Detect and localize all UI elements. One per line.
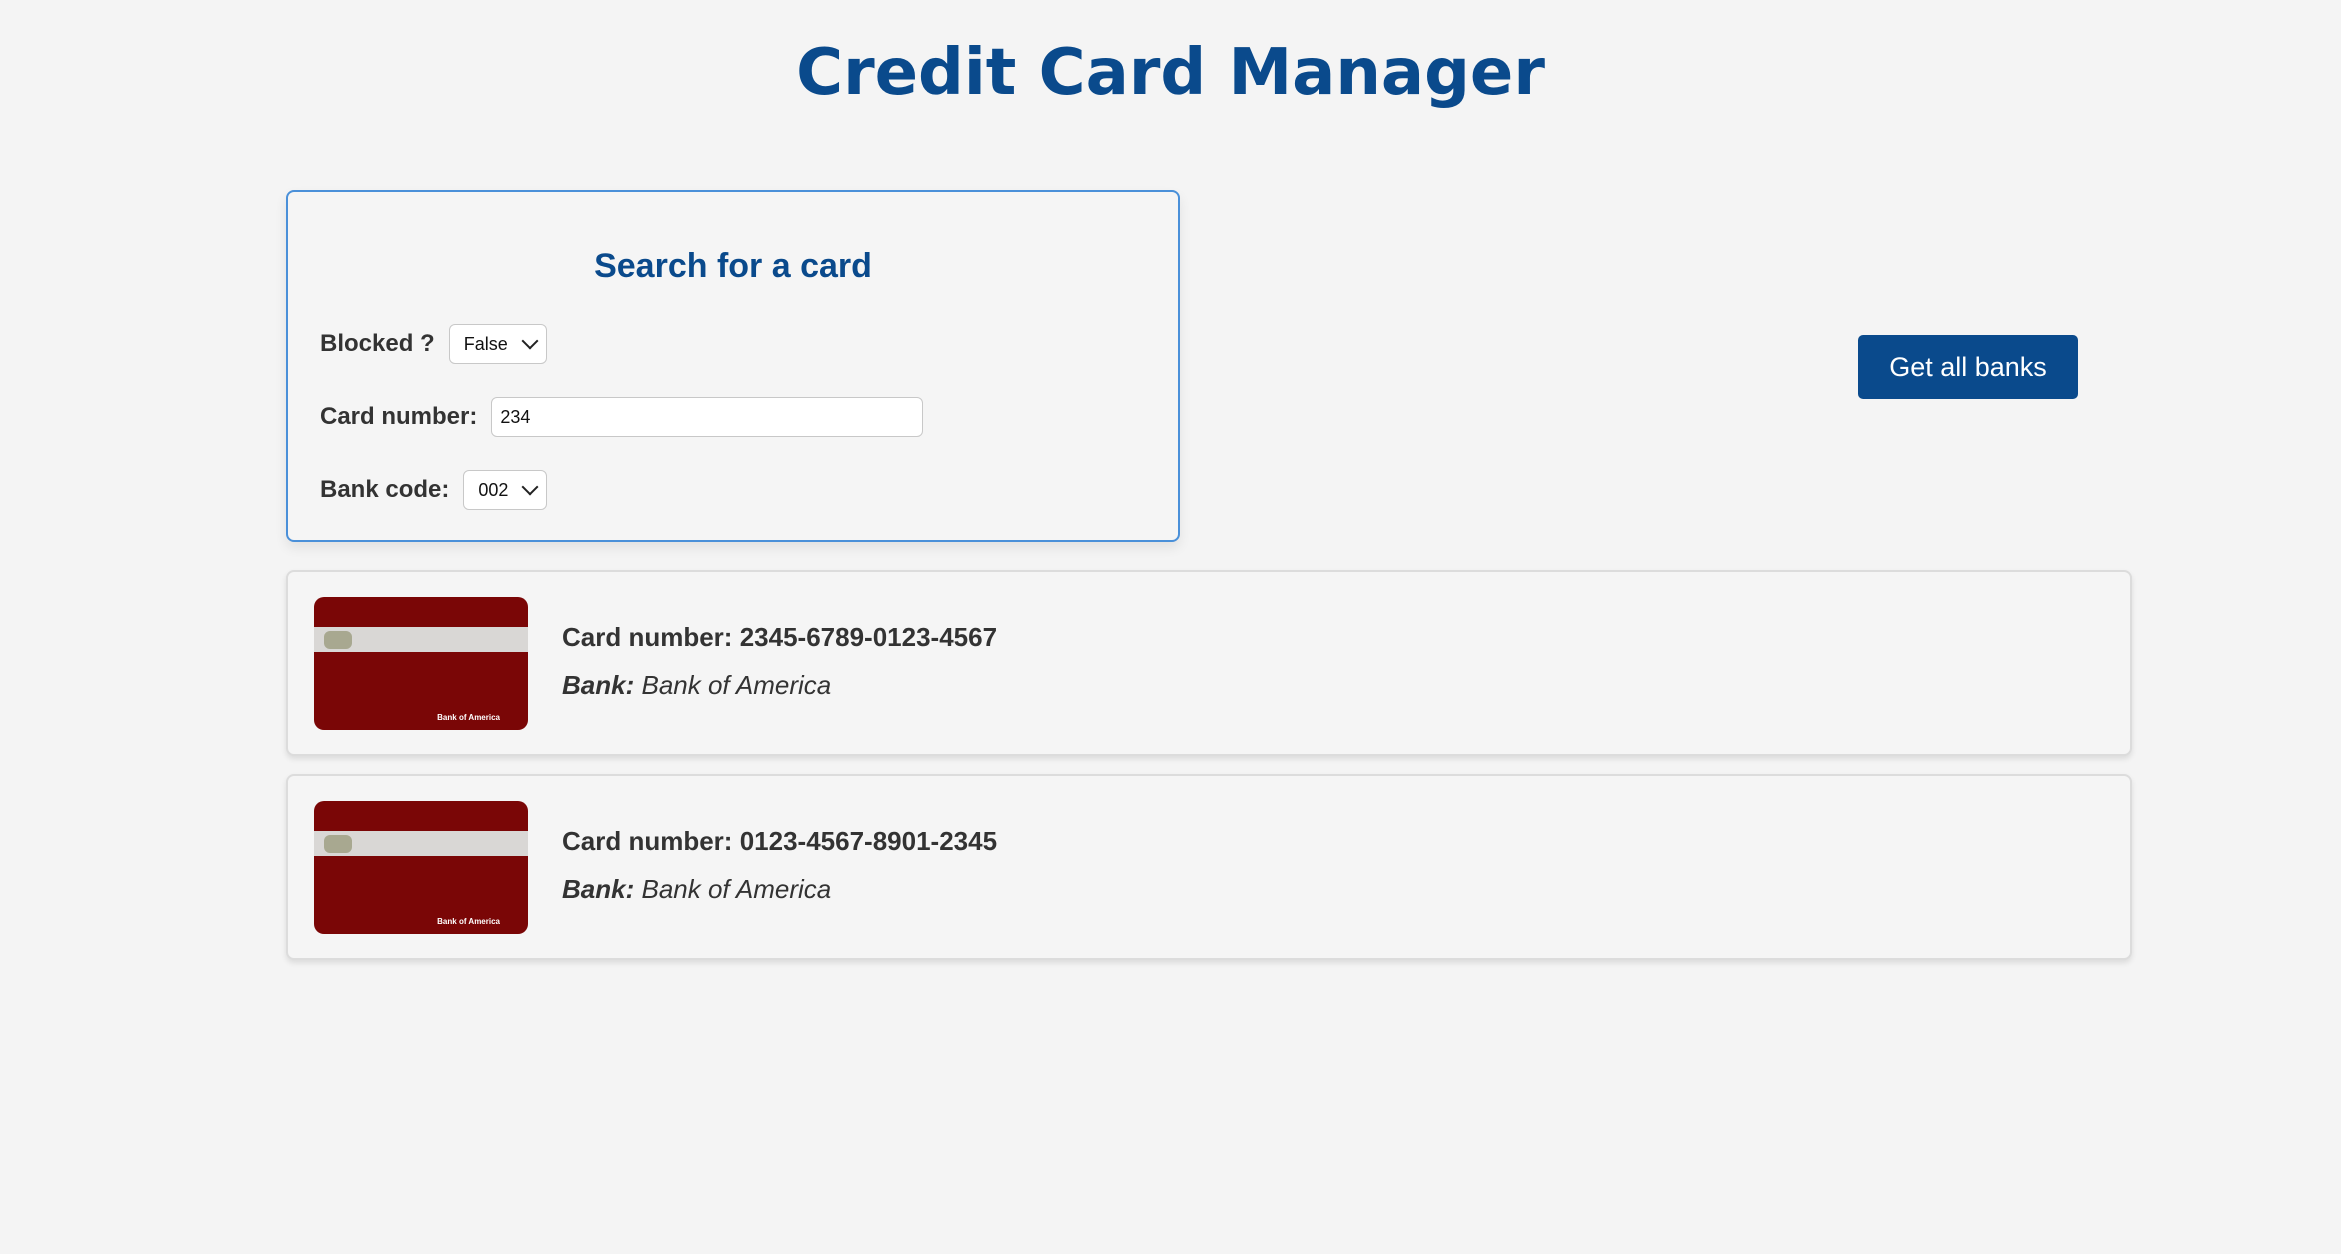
- blocked-label: Blocked ?: [320, 330, 435, 357]
- card-number-field-row: Card number:: [320, 397, 924, 437]
- card-bank-text: Bank: Bank of America: [562, 874, 831, 905]
- search-panel: Search for a card Blocked ? False Card n…: [286, 190, 1180, 542]
- card-image-bank-name: Bank of America: [437, 713, 500, 722]
- card-number-value: 0123-4567-8901-2345: [739, 826, 998, 856]
- card-number-text: Card number: 2345-6789-0123-4567: [562, 622, 997, 653]
- card-number-value: 2345-6789-0123-4567: [739, 622, 998, 652]
- card-number-label: Card number:: [562, 826, 733, 856]
- page-title: Credit Card Manager: [796, 36, 1545, 110]
- blocked-select-value: False: [463, 333, 508, 354]
- card-bank-text: Bank: Bank of America: [562, 670, 831, 701]
- blocked-field-row: Blocked ? False: [320, 324, 547, 364]
- card-number-text: Card number: 0123-4567-8901-2345: [562, 826, 997, 857]
- card-list-item[interactable]: Bank of America Card number: 2345-6789-0…: [286, 570, 2132, 756]
- card-list-item[interactable]: Bank of America Card number: 0123-4567-8…: [286, 774, 2132, 960]
- card-bank-value: Bank of America: [641, 874, 832, 904]
- card-chip-icon: [324, 631, 352, 649]
- card-number-input[interactable]: [491, 397, 924, 437]
- card-bank-value: Bank of America: [641, 670, 832, 700]
- card-image-bank-name: Bank of America: [437, 917, 500, 926]
- chevron-down-icon: [521, 478, 539, 496]
- card-chip-icon: [324, 835, 352, 853]
- bank-code-select-value: 002: [478, 479, 509, 500]
- card-number-label: Card number:: [320, 403, 478, 430]
- card-number-label: Card number:: [562, 622, 733, 652]
- bank-code-label: Bank code:: [320, 476, 450, 503]
- card-bank-label: Bank:: [562, 670, 635, 700]
- get-all-banks-button[interactable]: Get all banks: [1858, 335, 2078, 399]
- card-bank-label: Bank:: [562, 874, 635, 904]
- credit-card-image: Bank of America: [314, 801, 528, 934]
- chevron-down-icon: [521, 332, 539, 350]
- bank-code-select[interactable]: 002: [463, 470, 548, 510]
- credit-card-image: Bank of America: [314, 597, 528, 730]
- blocked-select[interactable]: False: [448, 324, 547, 364]
- search-title: Search for a card: [594, 247, 872, 285]
- bank-code-field-row: Bank code: 002: [320, 470, 548, 510]
